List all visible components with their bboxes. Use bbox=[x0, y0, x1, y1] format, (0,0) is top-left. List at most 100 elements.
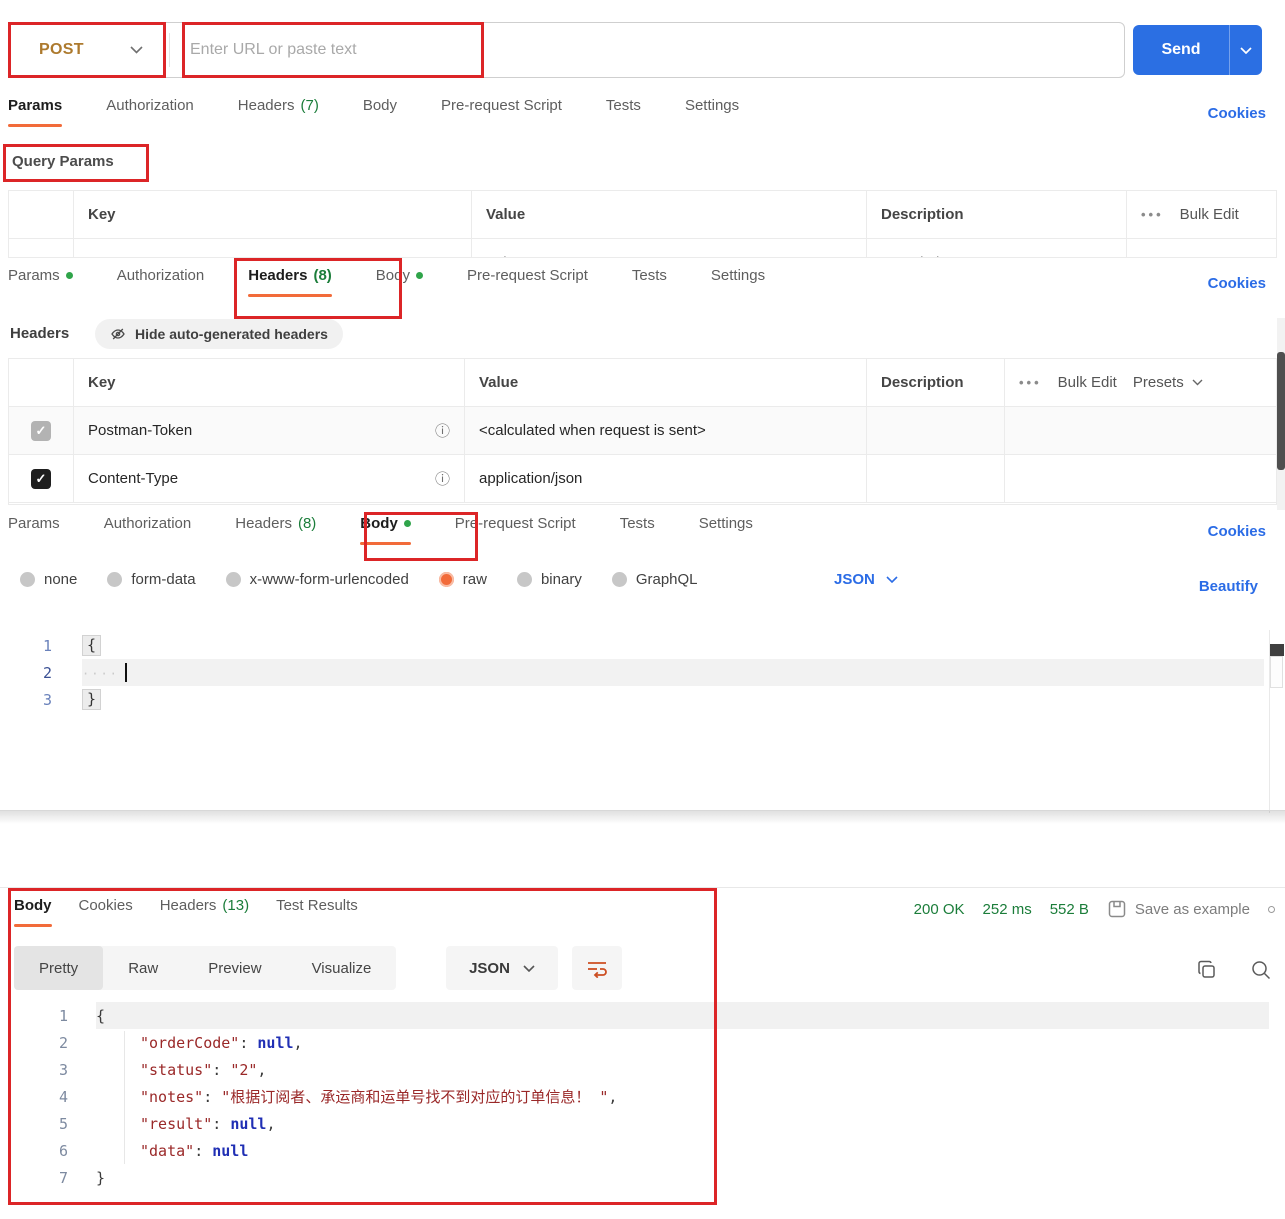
request-tab[interactable]: Body bbox=[360, 515, 411, 545]
description-placeholder[interactable]: Description bbox=[866, 239, 1126, 257]
row-checkbox[interactable] bbox=[31, 468, 51, 489]
more-options-icon[interactable]: ••• bbox=[1019, 375, 1042, 390]
response-view-tabs: Pretty Raw Preview Visualize bbox=[14, 946, 397, 990]
editor-scrollbar-thumb[interactable] bbox=[1270, 644, 1284, 656]
presets-dropdown[interactable]: Presets bbox=[1133, 374, 1203, 391]
response-divider bbox=[0, 887, 1285, 888]
chevron-down-icon bbox=[130, 46, 143, 54]
body-mode-option[interactable]: GraphQL bbox=[611, 571, 698, 588]
request-tab[interactable]: Headers (8) bbox=[235, 515, 316, 545]
request-tab[interactable]: Body bbox=[376, 267, 423, 297]
request-tab[interactable]: Tests bbox=[606, 97, 641, 127]
col-description: Description bbox=[866, 359, 1004, 406]
whitespace-dots bbox=[82, 664, 119, 682]
cookies-link[interactable]: Cookies bbox=[1208, 523, 1266, 540]
request-tab[interactable]: Params bbox=[8, 97, 63, 127]
response-view-tab[interactable]: Preview bbox=[183, 946, 286, 990]
method-selector[interactable]: POST bbox=[9, 23, 169, 77]
request-tab[interactable]: Settings bbox=[699, 515, 753, 545]
response-tab[interactable]: Test Results bbox=[276, 897, 358, 927]
url-input[interactable] bbox=[170, 41, 1124, 59]
wrap-lines-button[interactable] bbox=[572, 946, 622, 990]
send-button[interactable]: Send bbox=[1133, 25, 1262, 75]
body-language-dropdown[interactable]: JSON bbox=[834, 571, 898, 588]
response-tabs: Body Cookies Headers (13) Test Results bbox=[14, 897, 358, 927]
method-label: POST bbox=[39, 41, 84, 58]
value-placeholder[interactable]: Value bbox=[471, 239, 866, 257]
request-tab[interactable]: Pre-request Script bbox=[441, 97, 562, 127]
send-options-button[interactable] bbox=[1229, 25, 1262, 75]
request-tab[interactable]: Headers (8) bbox=[248, 267, 332, 297]
code-line: 6 "data": null bbox=[58, 1141, 249, 1160]
panel-bottom-shadow bbox=[0, 810, 1285, 824]
body-mode-option[interactable]: none bbox=[20, 571, 77, 588]
more-options-icon[interactable]: ••• bbox=[1141, 207, 1164, 222]
request-tab[interactable]: Settings bbox=[711, 267, 765, 297]
header-row[interactable]: Postman-Token <calculated when request i… bbox=[9, 407, 1276, 455]
response-body-code[interactable]: 1{2 "orderCode": null, 3 "status": "2", 4 "no… bbox=[8, 1002, 1269, 1191]
request-tab[interactable]: Tests bbox=[632, 267, 667, 297]
radio-icon bbox=[516, 572, 532, 587]
response-tab[interactable]: Cookies bbox=[79, 897, 133, 927]
body-mode-option[interactable]: binary bbox=[516, 571, 582, 588]
line-number: 1 bbox=[42, 636, 52, 655]
row-checkbox[interactable] bbox=[31, 420, 51, 441]
request-tab[interactable]: Authorization bbox=[106, 97, 194, 127]
hide-auto-generated-headers-button[interactable]: Hide auto-generated headers bbox=[95, 319, 343, 349]
request-tab[interactable]: Authorization bbox=[104, 515, 192, 545]
request-tab[interactable]: Headers (7) bbox=[238, 97, 319, 127]
request-tab[interactable]: Params bbox=[8, 515, 60, 545]
response-tab[interactable]: Body bbox=[14, 897, 52, 927]
info-icon[interactable] bbox=[435, 420, 450, 441]
response-tab[interactable]: Headers (13) bbox=[160, 897, 249, 927]
request-tab[interactable]: Pre-request Script bbox=[455, 515, 576, 545]
save-as-example-button[interactable]: Save as example bbox=[1107, 899, 1250, 919]
table-row[interactable]: Key Value Description bbox=[9, 239, 1276, 257]
query-params-table: Key Value Description ••• Bulk Edit Key … bbox=[8, 190, 1277, 258]
beautify-link[interactable]: Beautify bbox=[1199, 578, 1258, 595]
response-view-tab[interactable]: Pretty bbox=[14, 946, 104, 990]
scrollbar-thumb[interactable] bbox=[1277, 352, 1285, 470]
editor-line-1[interactable]: 1 { bbox=[0, 632, 1269, 659]
radio-icon bbox=[438, 572, 454, 587]
text-cursor bbox=[124, 663, 127, 682]
headers-title: Headers bbox=[10, 325, 70, 342]
body-mode-option[interactable]: raw bbox=[438, 571, 487, 588]
body-mode-radios: none form-data x-www-form-urlencoded raw… bbox=[20, 571, 698, 588]
line-number: 2 bbox=[42, 663, 52, 682]
copy-response-button[interactable] bbox=[1196, 959, 1218, 986]
request-tab[interactable]: Authorization bbox=[117, 267, 205, 297]
radio-icon bbox=[107, 572, 123, 587]
info-icon[interactable] bbox=[435, 468, 450, 489]
send-label: Send bbox=[1161, 41, 1201, 58]
search-response-button[interactable] bbox=[1250, 959, 1272, 986]
body-mode-option[interactable]: form-data bbox=[107, 571, 196, 588]
cookies-link[interactable]: Cookies bbox=[1208, 105, 1266, 122]
response-language-dropdown[interactable]: JSON bbox=[446, 946, 558, 990]
close-brace-token: } bbox=[82, 689, 102, 710]
code-line: 3 "status": "2", bbox=[58, 1060, 267, 1079]
editor-line-2[interactable]: 2 bbox=[0, 659, 1269, 686]
request-tab[interactable]: Pre-request Script bbox=[467, 267, 588, 297]
request-tab[interactable]: Params bbox=[8, 267, 73, 297]
code-line: 5 "result": null, bbox=[58, 1114, 276, 1133]
cookies-link[interactable]: Cookies bbox=[1208, 275, 1266, 292]
request-tab[interactable]: Tests bbox=[620, 515, 655, 545]
table-header-row: Key Value Description ••• Bulk Edit Pres… bbox=[9, 359, 1276, 407]
chevron-down-icon bbox=[523, 964, 535, 972]
checkbox-column bbox=[9, 191, 73, 238]
body-mode-option[interactable]: x-www-form-urlencoded bbox=[225, 571, 409, 588]
response-meta: 200 OK 252 ms 552 B Save as example bbox=[914, 899, 1275, 919]
bulk-edit-button[interactable]: Bulk Edit bbox=[1058, 374, 1117, 391]
header-row[interactable]: Content-Type application/json bbox=[9, 455, 1276, 503]
bulk-edit-button[interactable]: Bulk Edit bbox=[1180, 206, 1239, 223]
editor-line-3[interactable]: 3 } bbox=[0, 686, 1269, 713]
editor-scrollbar-track[interactable] bbox=[1270, 656, 1283, 688]
more-menu-icon[interactable] bbox=[1268, 905, 1275, 913]
request-tab[interactable]: Settings bbox=[685, 97, 739, 127]
response-view-tab[interactable]: Raw bbox=[103, 946, 183, 990]
request-tab[interactable]: Body bbox=[363, 97, 397, 127]
response-view-tab[interactable]: Visualize bbox=[287, 946, 397, 990]
query-params-title: Query Params bbox=[12, 153, 114, 170]
key-placeholder[interactable]: Key bbox=[73, 239, 471, 257]
